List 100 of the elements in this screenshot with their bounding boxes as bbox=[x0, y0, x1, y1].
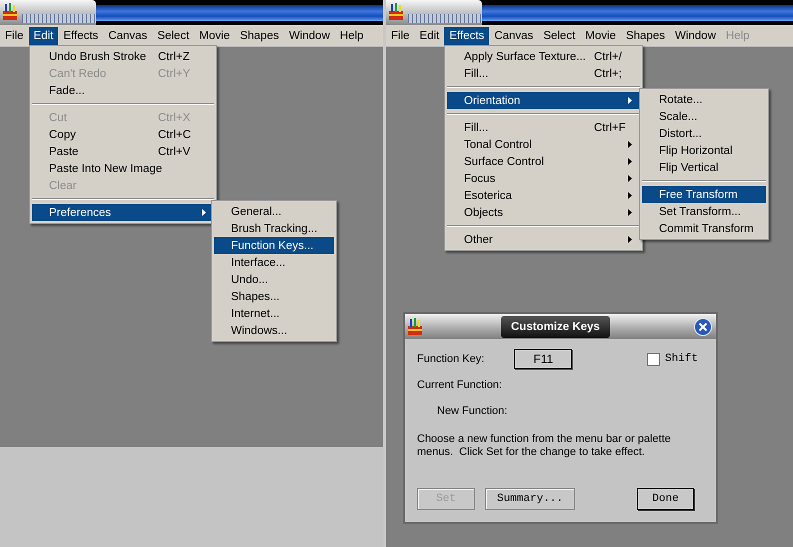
menu-item[interactable]: Fill... Ctrl+F bbox=[447, 119, 640, 136]
menu-item-label: Brush Tracking... bbox=[231, 222, 318, 234]
menu-item[interactable]: Rotate... bbox=[642, 91, 766, 108]
menu-item[interactable]: Brush Tracking... bbox=[214, 220, 334, 237]
menu-item-label: Fade... bbox=[49, 84, 86, 96]
menu-title[interactable]: Edit bbox=[414, 26, 444, 44]
menu-title[interactable]: Shapes bbox=[620, 26, 670, 44]
menu-item-label: Paste bbox=[49, 146, 80, 158]
menu-item-label: Rotate... bbox=[659, 94, 704, 106]
menu-item-label: Orientation bbox=[464, 94, 522, 106]
menu-item-label: Surface Control bbox=[464, 156, 545, 168]
menu-item[interactable]: Tonal Control bbox=[447, 136, 640, 153]
menu-item[interactable]: Objects bbox=[447, 204, 640, 221]
menu-item-label: Shapes... bbox=[231, 290, 281, 302]
dialog-button[interactable]: Done bbox=[637, 488, 694, 510]
menu-title[interactable]: Movie bbox=[580, 26, 621, 44]
menu-item-label: Set Transform... bbox=[659, 206, 742, 218]
menu-title[interactable]: Help bbox=[334, 26, 369, 44]
menu-item[interactable]: Esoterica bbox=[447, 187, 640, 204]
current-function-label: Current Function: bbox=[417, 379, 503, 391]
menu-item[interactable]: Commit Transform bbox=[642, 220, 766, 237]
menu-item[interactable]: Paste Ctrl+V bbox=[32, 143, 214, 160]
menu-title[interactable]: Shapes bbox=[234, 26, 284, 44]
menu-title[interactable]: Movie bbox=[194, 26, 235, 44]
menu-item[interactable]: Interface... bbox=[214, 254, 334, 271]
shortcut-label: Ctrl+; bbox=[594, 68, 623, 80]
menu-title[interactable]: Window bbox=[284, 26, 335, 44]
menu-item[interactable]: Distort... bbox=[642, 125, 766, 142]
menu-item-label: Tonal Control bbox=[464, 138, 533, 150]
menu-item[interactable]: Undo... bbox=[214, 271, 334, 288]
menu-title[interactable]: Select bbox=[152, 26, 194, 44]
shift-checkbox[interactable] bbox=[646, 352, 660, 366]
menu-title[interactable]: Effects bbox=[58, 26, 104, 44]
menu-item-label: Cut bbox=[49, 112, 68, 124]
close-icon[interactable] bbox=[694, 318, 712, 336]
menu-item-label: Internet... bbox=[231, 308, 281, 320]
menu-item[interactable]: Flip Horizontal bbox=[642, 142, 766, 159]
menu-title[interactable]: File bbox=[386, 26, 415, 44]
menu-item[interactable]: Fill... Ctrl+; bbox=[447, 65, 640, 82]
shortcut-label: Ctrl+X bbox=[158, 112, 192, 124]
menu-item[interactable]: Windows... bbox=[214, 322, 334, 339]
menu-item-label: Fill... bbox=[464, 68, 490, 80]
menu-item-label: Interface... bbox=[231, 256, 286, 268]
shortcut-label: Ctrl+V bbox=[158, 146, 192, 158]
menu-item-label: Undo... bbox=[231, 274, 270, 286]
menu-item[interactable]: Flip Vertical bbox=[642, 159, 766, 176]
function-key-label: Function Key: bbox=[417, 353, 484, 365]
menu-item[interactable]: Function Keys... bbox=[214, 237, 334, 254]
menu-item-label: Function Keys... bbox=[231, 240, 314, 252]
menu-item[interactable]: Set Transform... bbox=[642, 203, 766, 220]
menu-item-label: Fill... bbox=[464, 122, 490, 134]
shortcut-label: Ctrl+Z bbox=[158, 50, 191, 62]
menu-title[interactable]: Canvas bbox=[103, 26, 152, 44]
menu-item-label: General... bbox=[231, 206, 282, 218]
menu-item[interactable]: Apply Surface Texture... Ctrl+/ bbox=[447, 48, 640, 65]
menu-item[interactable]: Preferences bbox=[32, 204, 214, 221]
menu-item-label: Esoterica bbox=[464, 190, 513, 202]
menu-item[interactable]: Copy Ctrl+C bbox=[32, 126, 214, 143]
menu-item-label: Objects bbox=[464, 206, 504, 218]
dialog-title: Customize Keys bbox=[501, 316, 610, 338]
menu-item[interactable]: Surface Control bbox=[447, 153, 640, 170]
menu-item-label: Flip Vertical bbox=[659, 162, 720, 174]
menu-item-label: Paste Into New Image bbox=[49, 162, 164, 174]
menu-item[interactable]: Free Transform bbox=[642, 186, 766, 203]
menu-item[interactable]: Focus bbox=[447, 170, 640, 187]
menu-item-label: Commit Transform bbox=[659, 222, 755, 234]
menu-item[interactable]: General... bbox=[214, 203, 334, 220]
menu-title[interactable]: Window bbox=[670, 26, 721, 44]
menu-item[interactable]: Other bbox=[447, 231, 640, 248]
shift-label: Shift bbox=[664, 353, 698, 365]
shortcut-label: Ctrl+C bbox=[158, 128, 192, 140]
menu-item[interactable]: Scale... bbox=[642, 108, 766, 125]
menu-item-label: Can't Redo bbox=[49, 68, 108, 80]
menu-item-label: Free Transform bbox=[659, 188, 739, 200]
menu-item-label: Preferences bbox=[49, 206, 112, 218]
menu-item-label: Flip Horizontal bbox=[659, 144, 734, 156]
menu-item-label: Other bbox=[464, 234, 494, 246]
menu-item[interactable]: Orientation bbox=[447, 92, 640, 109]
shortcut-label: Ctrl+Y bbox=[158, 68, 192, 80]
menu-item-label: Distort... bbox=[659, 128, 703, 140]
menu-item-label: Focus bbox=[464, 172, 496, 184]
dialog-button[interactable]: Summary... bbox=[485, 488, 575, 510]
menu-item[interactable]: Shapes... bbox=[214, 288, 334, 305]
menu-title[interactable]: Canvas bbox=[489, 26, 538, 44]
instructions-text: Choose a new function from the menu bar or palette menus. Click Set for the change to take effect. bbox=[417, 433, 672, 459]
menu-item[interactable]: Internet... bbox=[214, 305, 334, 322]
menu-item-label: Clear bbox=[49, 180, 78, 192]
menu-item[interactable]: Fade... bbox=[32, 82, 214, 99]
menu-title[interactable]: Select bbox=[538, 26, 580, 44]
menu-item-label: Scale... bbox=[659, 110, 698, 122]
menu-title[interactable]: File bbox=[0, 26, 29, 44]
menu-item-label: Apply Surface Texture... bbox=[464, 50, 587, 62]
menu-title[interactable]: Edit bbox=[28, 26, 58, 44]
function-key-field[interactable]: F11 bbox=[514, 349, 572, 369]
menu-title[interactable]: Effects bbox=[444, 26, 490, 44]
new-function-label: New Function: bbox=[437, 405, 508, 417]
menu-item-label: Windows... bbox=[231, 324, 288, 336]
menu-item[interactable]: Undo Brush Stroke Ctrl+Z bbox=[32, 48, 214, 65]
menu-item-label: Undo Brush Stroke bbox=[49, 50, 148, 62]
menu-item[interactable]: Paste Into New Image bbox=[32, 160, 214, 177]
